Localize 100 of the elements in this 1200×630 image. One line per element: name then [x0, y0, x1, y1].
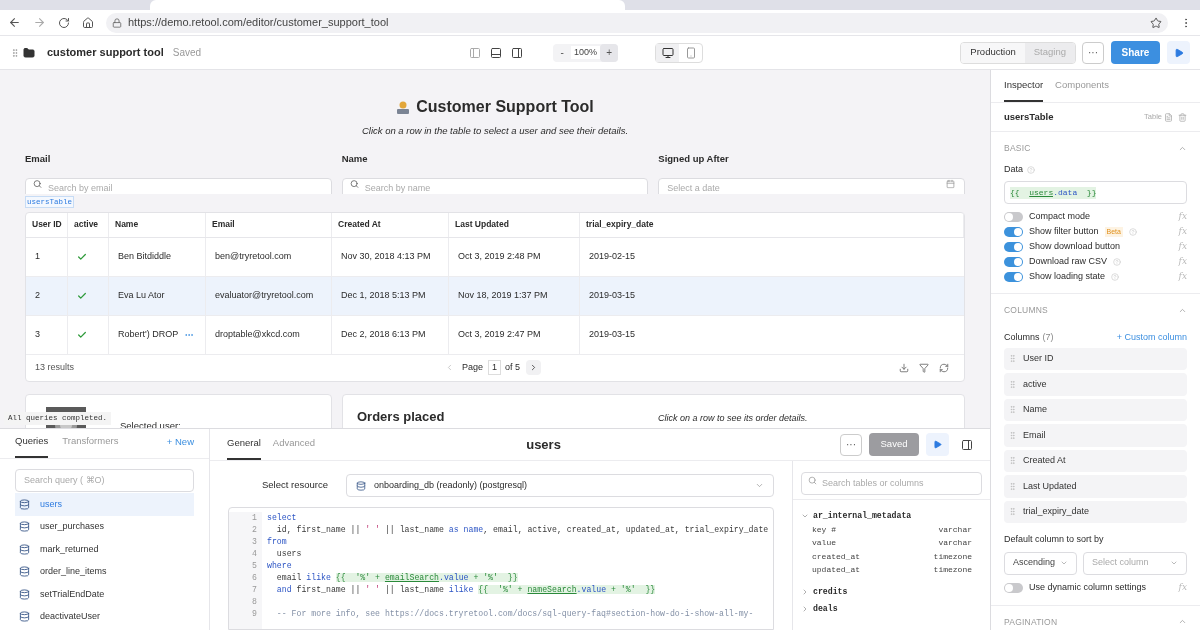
table-row[interactable]: 3 Robert') DROP droptable@xkcd.com Dec 2, 2018 6:13 PM Oct 3, 2019 2:47 PM 2019-03-15 — [26, 315, 964, 355]
refresh-icon[interactable] — [939, 362, 949, 373]
query-item[interactable]: order_line_items — [15, 560, 194, 583]
selected-user-label: Selected user: — [120, 418, 181, 428]
search-field[interactable]: Search by email — [25, 177, 332, 194]
help-icon[interactable] — [1111, 272, 1120, 281]
environment-tab[interactable]: Production — [961, 42, 1025, 63]
drag-handle-icon[interactable] — [10, 47, 20, 58]
run-icon[interactable] — [1173, 47, 1184, 58]
table-cell-text: Robert') DROP — [118, 327, 179, 341]
drag-handle-icon[interactable] — [1008, 481, 1017, 491]
table-cell: Dec 2, 2018 6:13 PM — [332, 315, 449, 354]
column-header[interactable]: Name — [109, 212, 206, 237]
zoom-in-button[interactable]: + — [600, 43, 619, 62]
search-field[interactable]: Search by name — [341, 177, 649, 194]
column-item[interactable]: User ID — [1004, 347, 1187, 370]
schema-table[interactable]: credits — [801, 585, 982, 599]
back-icon[interactable] — [8, 16, 21, 29]
sort-order-select[interactable]: Ascending — [1004, 551, 1077, 575]
column-type: timezone — [933, 550, 972, 563]
page-number-field[interactable]: 1 — [488, 359, 502, 376]
new-query-link[interactable]: + New — [166, 434, 194, 458]
toggle-switch[interactable] — [1004, 271, 1023, 282]
help-icon[interactable] — [1113, 257, 1122, 266]
help-icon[interactable] — [1027, 165, 1035, 174]
calendar-icon — [946, 179, 955, 188]
desktop-view-icon[interactable] — [661, 46, 674, 59]
help-icon[interactable] — [1128, 227, 1137, 236]
bottom-panel-icon[interactable] — [490, 46, 503, 59]
line-number: 2 — [251, 524, 258, 536]
filter-icon[interactable] — [919, 362, 929, 373]
column-item[interactable]: Last Updated — [1004, 475, 1187, 498]
reload-icon[interactable] — [58, 16, 70, 29]
query-item[interactable]: deactivateUser — [15, 605, 194, 628]
column-item[interactable]: Name — [1004, 398, 1187, 421]
column-header[interactable]: trial_expiry_date — [580, 212, 964, 237]
download-icon[interactable] — [899, 362, 909, 373]
drag-handle-icon[interactable] — [1008, 354, 1017, 364]
home-icon[interactable] — [82, 16, 94, 29]
document-icon[interactable] — [1164, 112, 1173, 122]
add-column-link[interactable]: + Custom column — [1116, 331, 1187, 345]
site-info-icon[interactable] — [112, 17, 122, 28]
query-tab[interactable]: Queries — [15, 433, 49, 458]
query-item[interactable]: users — [15, 493, 194, 516]
code-editor[interactable] — [228, 507, 774, 630]
data-field[interactable]: {{ users.data }} — [1004, 181, 1187, 205]
toggle-switch[interactable] — [1004, 211, 1023, 222]
column-item[interactable]: active — [1004, 373, 1187, 396]
drag-handle-icon[interactable] — [1008, 405, 1017, 415]
table-cell-text: 2019-03-15 — [588, 288, 637, 302]
toggle-switch[interactable] — [1004, 226, 1023, 237]
folder-icon[interactable] — [23, 46, 35, 59]
toggle-switch[interactable] — [1004, 241, 1023, 252]
drag-handle-icon[interactable] — [1008, 456, 1017, 466]
database-icon — [19, 521, 30, 533]
schema-table[interactable]: ar_internal_metadata — [801, 509, 982, 523]
table-row[interactable]: 2 Eva Lu Ator evaluator@tryretool.com Dec 1, 2018 5:13 PM Nov 18, 2019 1:37 PM 2019-03-15 — [26, 276, 964, 316]
column-header[interactable]: Last Updated — [449, 212, 580, 237]
column-header[interactable]: Created At — [332, 212, 449, 237]
address-bar[interactable]: https://demo.retool.com/editor/customer_support_tool — [106, 12, 1168, 33]
column-item[interactable]: trial_expiry_date — [1004, 500, 1187, 523]
columns-label: Columns — [1004, 331, 1040, 344]
column-item[interactable]: Email — [1004, 424, 1187, 447]
forward-icon[interactable] — [33, 16, 46, 29]
zoom-out-button[interactable]: - — [553, 43, 572, 62]
column-header[interactable]: active — [68, 212, 109, 237]
more-button[interactable]: ··· — [1082, 41, 1104, 64]
inspector-tab[interactable]: Inspector — [1004, 77, 1044, 102]
schema-search-field[interactable]: Search tables or columns — [801, 471, 982, 495]
query-item[interactable]: user_purchases — [15, 515, 194, 538]
drag-handle-icon[interactable] — [1008, 507, 1017, 517]
table-cell: ben@tryretool.com — [206, 237, 332, 276]
right-panel-icon[interactable] — [511, 46, 524, 59]
query-search-field[interactable]: Search query ( ⌘O) — [15, 468, 194, 492]
schema-table[interactable]: deals — [801, 602, 982, 616]
query-item[interactable]: mark_returned — [15, 538, 194, 561]
save-status: Saved — [172, 46, 202, 60]
url-text: https://demo.retool.com/editor/customer_support_tool — [128, 15, 389, 31]
resource-select[interactable]: onboarding_db (readonly) (postgresql) — [346, 474, 774, 497]
query-item[interactable]: setTrialEndDate — [15, 583, 194, 606]
previous-page-icon[interactable] — [445, 363, 454, 372]
toggle-switch[interactable] — [1004, 256, 1023, 267]
toggle-switch[interactable] — [1004, 583, 1023, 593]
toggle-label: Show filter button — [1029, 225, 1099, 238]
date-field[interactable]: Select a date — [658, 177, 965, 194]
drag-handle-icon[interactable] — [1008, 379, 1017, 389]
query-more-button[interactable]: ··· — [840, 433, 862, 456]
table-row[interactable]: 1 Ben Bitdiddle ben@tryretool.com Nov 30, 2018 4:13 PM Oct 3, 2019 2:48 PM 2019-02-15 — [26, 237, 964, 277]
column-header[interactable]: Email — [206, 212, 332, 237]
run-query-icon[interactable] — [933, 440, 942, 449]
bookmark-icon[interactable] — [1150, 16, 1162, 29]
left-panel-icon[interactable] — [469, 46, 482, 59]
editor-tab[interactable]: General — [227, 435, 261, 460]
column-item[interactable]: Created At — [1004, 449, 1187, 472]
delete-icon[interactable] — [1178, 112, 1187, 122]
panel-toggle-icon[interactable] — [961, 438, 973, 451]
drag-handle-icon[interactable] — [1008, 430, 1017, 440]
toggle-label: Show download button — [1029, 240, 1121, 253]
column-header[interactable]: User ID — [26, 212, 68, 237]
mobile-view-icon[interactable] — [684, 46, 697, 59]
